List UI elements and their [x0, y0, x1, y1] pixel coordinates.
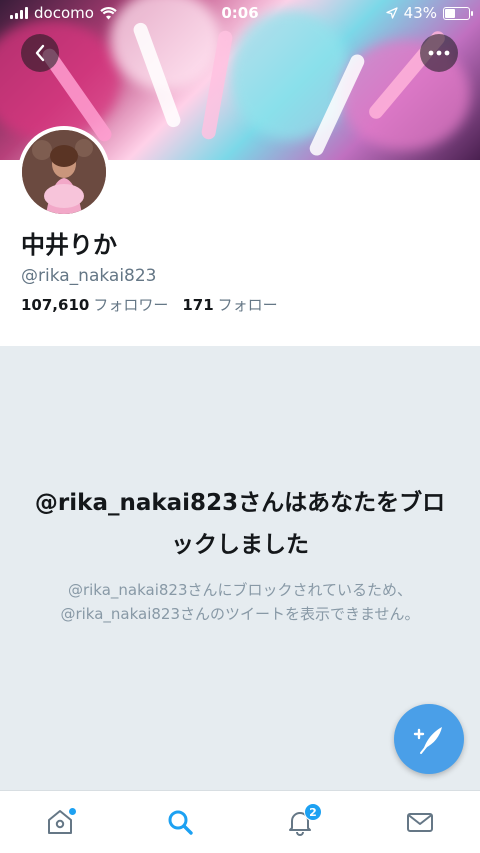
location-arrow-icon	[386, 7, 398, 19]
tab-notifications[interactable]: 2	[270, 797, 330, 847]
home-new-indicator	[69, 808, 76, 815]
carrier-label: docomo	[34, 4, 94, 22]
wifi-icon	[100, 6, 117, 19]
username-handle: @rika_nakai823	[21, 266, 157, 286]
profile-info: 中井りか @rika_nakai823 107,610 フォロワー 171 フォロー	[21, 228, 461, 315]
blocked-title: @rika_nakai823さんはあなたをブロックしました	[34, 490, 446, 558]
followers-label: フォロワー	[93, 296, 169, 314]
battery-percent: 43%	[403, 4, 437, 22]
followers-count: 107,610	[21, 296, 90, 314]
more-options-button[interactable]	[420, 34, 458, 72]
following-link[interactable]: 171 フォロー	[182, 294, 277, 315]
notifications-badge: 2	[304, 803, 322, 821]
back-button[interactable]	[21, 34, 59, 72]
avatar-photo	[22, 130, 106, 214]
status-bar-right: 43%	[386, 4, 473, 22]
tab-search[interactable]	[150, 797, 210, 847]
tab-home[interactable]	[30, 797, 90, 847]
search-icon	[168, 810, 193, 835]
battery-icon	[443, 6, 473, 20]
battery-fill	[445, 8, 455, 18]
tab-messages[interactable]	[390, 797, 450, 847]
cellular-signal-icon	[10, 7, 28, 19]
status-bar: docomo 0:06 43%	[0, 0, 480, 26]
bottom-tab-bar: 2	[0, 790, 480, 853]
more-horizontal-icon	[428, 50, 450, 56]
followers-link[interactable]: 107,610 フォロワー	[21, 294, 168, 315]
following-count: 171	[182, 296, 214, 314]
compose-tweet-icon	[413, 727, 442, 754]
following-label: フォロー	[217, 296, 278, 314]
chevron-left-icon	[35, 44, 45, 62]
display-name: 中井りか	[21, 231, 117, 259]
follow-stats: 107,610 フォロワー 171 フォロー	[21, 294, 461, 315]
compose-tweet-button[interactable]	[394, 704, 464, 774]
mail-icon	[407, 813, 433, 832]
status-bar-left: docomo	[10, 4, 117, 22]
clock: 0:06	[221, 4, 259, 22]
blocked-description: @rika_nakai823さんにブロックされているため、@rika_nakai…	[60, 581, 420, 623]
avatar[interactable]	[18, 126, 110, 218]
